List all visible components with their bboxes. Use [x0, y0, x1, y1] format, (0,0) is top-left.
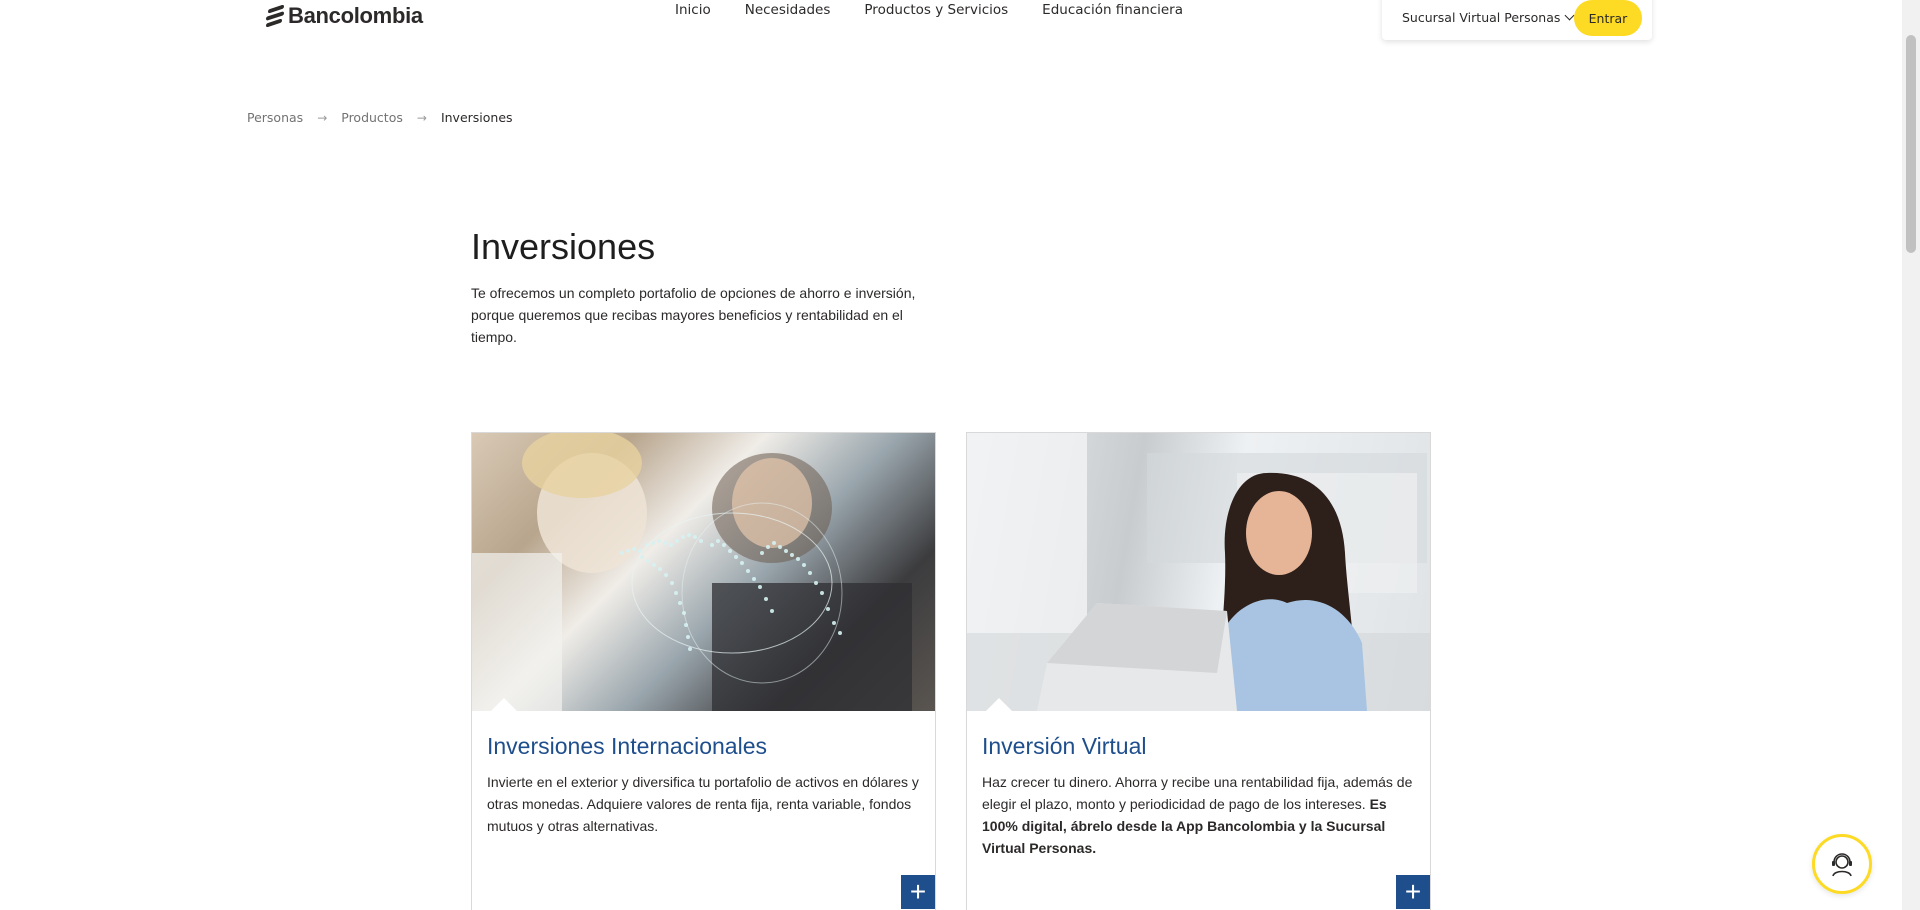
nav-item-inicio[interactable]: Inicio	[675, 2, 711, 18]
arrow-right-icon: →	[317, 110, 328, 125]
page-scrollbar[interactable]	[1902, 0, 1920, 910]
entrar-button[interactable]: Entrar	[1574, 0, 1642, 36]
breadcrumb-item-inversiones: Inversiones	[440, 110, 513, 125]
login-panel: Sucursal Virtual Personas Entrar	[1382, 0, 1652, 40]
page-description: Te ofrecemos un completo portafolio de o…	[471, 285, 916, 345]
sucursal-select-label: Sucursal Virtual Personas	[1402, 9, 1561, 25]
bancolombia-logo-icon	[266, 4, 284, 28]
main-nav: Inicio Necesidades Productos y Servicios…	[675, 2, 1183, 18]
plus-icon: +	[909, 876, 927, 907]
sucursal-select[interactable]: Sucursal Virtual Personas	[1402, 9, 1575, 25]
nav-item-educacion-financiera[interactable]: Educación financiera	[1042, 2, 1183, 18]
expand-button[interactable]: +	[901, 875, 935, 909]
card-title[interactable]: Inversión Virtual	[982, 733, 1147, 760]
world-map-photo	[472, 433, 935, 711]
breadcrumb-item-personas[interactable]: Personas	[247, 110, 303, 125]
card-description: Haz crecer tu dinero. Ahorra y recibe un…	[982, 771, 1422, 859]
breadcrumb: Personas → Productos → Inversiones	[247, 110, 513, 125]
plus-icon: +	[1404, 876, 1422, 907]
site-header: Bancolombia Inicio Necesidades Productos…	[0, 0, 1902, 48]
product-card-inversion-virtual[interactable]: Inversión Virtual Haz crecer tu dinero. …	[966, 432, 1431, 910]
chat-support-button[interactable]	[1812, 834, 1872, 894]
product-card-inversiones-internacionales[interactable]: Inversiones Internacionales Invierte en …	[471, 432, 936, 910]
scrollbar-thumb[interactable]	[1906, 35, 1916, 253]
card-description: Invierte en el exterior y diversifica tu…	[487, 774, 919, 834]
logo-text: Bancolombia	[288, 3, 423, 28]
card-title[interactable]: Inversiones Internacionales	[487, 733, 767, 760]
page-title: Inversiones	[471, 226, 656, 267]
bancolombia-logo[interactable]: Bancolombia	[266, 3, 423, 29]
expand-button[interactable]: +	[1396, 875, 1430, 909]
breadcrumb-item-productos[interactable]: Productos	[341, 110, 403, 125]
nav-item-productos-servicios[interactable]: Productos y Servicios	[864, 2, 1008, 18]
arrow-right-icon: →	[416, 110, 427, 125]
headset-agent-icon	[1832, 853, 1852, 877]
nav-item-necesidades[interactable]: Necesidades	[745, 2, 831, 18]
card-description-text: Haz crecer tu dinero. Ahorra y recibe un…	[982, 774, 1413, 812]
woman-laptop-photo	[967, 433, 1430, 711]
